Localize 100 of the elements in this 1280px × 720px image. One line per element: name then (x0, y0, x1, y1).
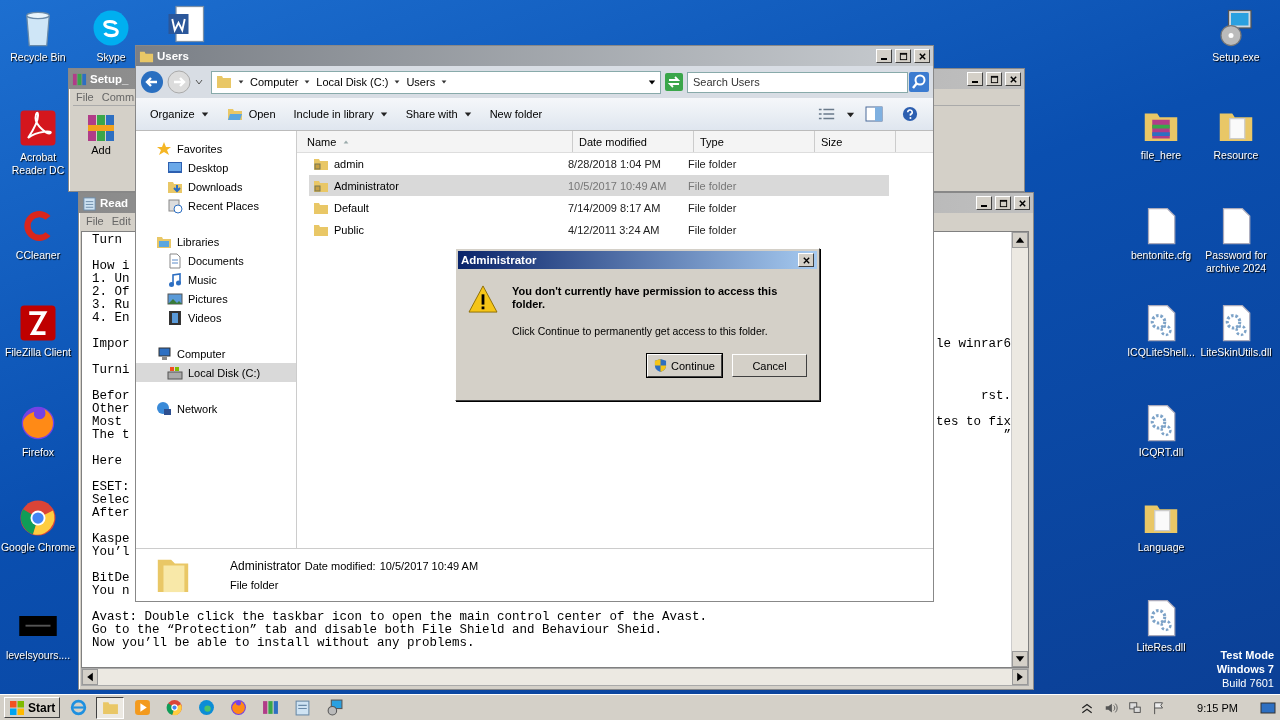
nav-item[interactable]: Desktop (136, 158, 296, 177)
column-header[interactable]: Size (815, 131, 896, 152)
close-button[interactable] (1014, 196, 1030, 210)
nav-item[interactable]: Network (136, 399, 296, 418)
close-button[interactable] (1005, 72, 1021, 86)
breadcrumb-item[interactable]: Local Disk (C:) (316, 76, 389, 88)
desktop-icon-label: Firefox (21, 446, 55, 459)
open-folder-icon (226, 106, 243, 122)
pdf-icon[interactable] (18, 108, 58, 148)
scroll-down-icon[interactable] (1012, 651, 1028, 667)
word-document-icon[interactable] (166, 4, 206, 44)
window-title: Read (100, 197, 129, 209)
start-button[interactable]: Start (4, 697, 61, 718)
default-button[interactable]: Continue (646, 354, 722, 377)
dialog-message: Click Continue to permanently get access to this folder. (512, 325, 769, 337)
search-icon[interactable] (909, 72, 929, 92)
desktop-icon-label: levelsyours.... (5, 649, 71, 662)
nav-item[interactable]: Videos (136, 308, 296, 327)
nav-item[interactable]: Recent Places (136, 196, 296, 215)
maximize-button[interactable] (895, 49, 911, 63)
breadcrumb-item[interactable]: Computer (250, 76, 299, 88)
nav-item[interactable]: Favorites (136, 139, 296, 158)
folder-icon (216, 74, 232, 90)
toolbar-button[interactable]: Include in library (285, 105, 396, 123)
folder-icon[interactable] (96, 696, 125, 719)
desktop-icon-label: Resource (1213, 149, 1259, 162)
network-icon[interactable] (1128, 700, 1143, 715)
column-header[interactable]: Type (694, 131, 815, 152)
scroll-up-icon[interactable] (1012, 232, 1028, 248)
chrome-icon[interactable] (18, 498, 58, 538)
scroll-right-icon[interactable] (1012, 669, 1028, 685)
dialog-title: Administrator (461, 254, 537, 266)
close-button[interactable] (798, 253, 814, 267)
nav-item[interactable]: Downloads (136, 177, 296, 196)
address-bar[interactable]: Computer Local Disk (C:) Users (211, 70, 661, 94)
back-button[interactable] (140, 70, 164, 94)
document-icon (167, 252, 183, 269)
nav-item[interactable]: Pictures (136, 289, 296, 308)
minimize-button[interactable] (967, 72, 983, 86)
column-header[interactable]: Date modified (573, 131, 694, 152)
maximize-button[interactable] (995, 196, 1011, 210)
view-options-icon[interactable] (818, 106, 836, 122)
clock[interactable]: 9:15 PM (1197, 701, 1238, 714)
caret-icon[interactable] (303, 78, 312, 86)
menu-item[interactable]: File (76, 91, 94, 103)
window-title: Setup_ (90, 73, 129, 85)
search-field[interactable]: Search Users (687, 71, 908, 93)
column-header[interactable]: Name (297, 131, 573, 152)
menu-item[interactable]: File (86, 215, 104, 227)
refresh-button[interactable] (664, 72, 684, 92)
text-line: Turni (92, 364, 130, 377)
details-label: Date modified: (304, 560, 376, 572)
desktop-icon-label: LiteSkinUtils.dll (1200, 346, 1272, 359)
dropdown-caret-icon[interactable] (648, 78, 656, 86)
nav-item[interactable]: Music (136, 270, 296, 289)
caret-icon[interactable] (393, 78, 402, 86)
windows-logo-icon (9, 699, 25, 716)
toolbar-button[interactable]: Share with (397, 105, 480, 123)
menu-item[interactable]: Edit (111, 215, 131, 227)
add-toolbar-button[interactable]: Add (83, 110, 119, 158)
recent-pages-caret-icon[interactable] (194, 77, 204, 87)
nav-item[interactable]: Libraries (136, 232, 296, 251)
close-icon (1017, 198, 1027, 208)
skype-icon[interactable] (91, 8, 131, 48)
menu-item[interactable]: Comm (101, 91, 135, 103)
caret-icon[interactable] (237, 78, 245, 86)
pictures-icon (167, 290, 183, 307)
text-line: Go to the “Protection” tab and disable both File Shield and Behaviour Sheid. (92, 624, 663, 637)
file-name: Default (334, 201, 369, 214)
text-line: 3. Ru (92, 299, 130, 312)
filezilla-icon[interactable] (18, 303, 58, 343)
text-line: Avast: Double click the taskbar icon to open the main control center of the Avast. (92, 611, 708, 624)
file-row[interactable]: Public 4/12/2011 3:24 AM File folder (309, 219, 889, 240)
maximize-icon (898, 51, 908, 61)
horizontal-scrollbar[interactable] (81, 668, 1029, 686)
help-icon[interactable] (901, 106, 919, 122)
vertical-scrollbar[interactable] (1011, 232, 1028, 667)
file-row[interactable]: Administrator 10/5/2017 10:49 AM File folder (309, 175, 889, 196)
toolbar-button[interactable]: Open (218, 103, 284, 125)
show-desktop-icon[interactable] (1260, 700, 1276, 715)
desktop-icon (167, 159, 183, 176)
text-line: Turn (92, 234, 122, 247)
nav-item[interactable]: Computer (136, 344, 296, 363)
minimize-button[interactable] (876, 49, 892, 63)
breadcrumb-item[interactable]: Users (406, 76, 436, 88)
file-row[interactable]: Default 7/14/2009 8:17 AM File folder (309, 197, 889, 218)
desktop-icon-label: LiteRes.dll (1136, 641, 1186, 654)
minimize-button[interactable] (976, 196, 992, 210)
toolbar-button[interactable]: New folder (481, 105, 551, 123)
toolbar-button[interactable]: Organize (142, 105, 217, 123)
speaker-icon[interactable] (1104, 700, 1119, 715)
caret-icon[interactable] (440, 78, 449, 86)
close-button[interactable] (914, 49, 930, 63)
desktop-icon-label: FileZilla Client (5, 346, 71, 359)
scroll-left-icon[interactable] (82, 669, 98, 685)
file-row[interactable]: admin 8/28/2018 1:04 PM File folder (309, 153, 889, 174)
nav-item[interactable]: Local Disk (C:) (136, 363, 296, 382)
nav-item[interactable]: Documents (136, 251, 296, 270)
maximize-button[interactable] (986, 72, 1002, 86)
dialog-button[interactable]: Cancel (732, 354, 807, 377)
